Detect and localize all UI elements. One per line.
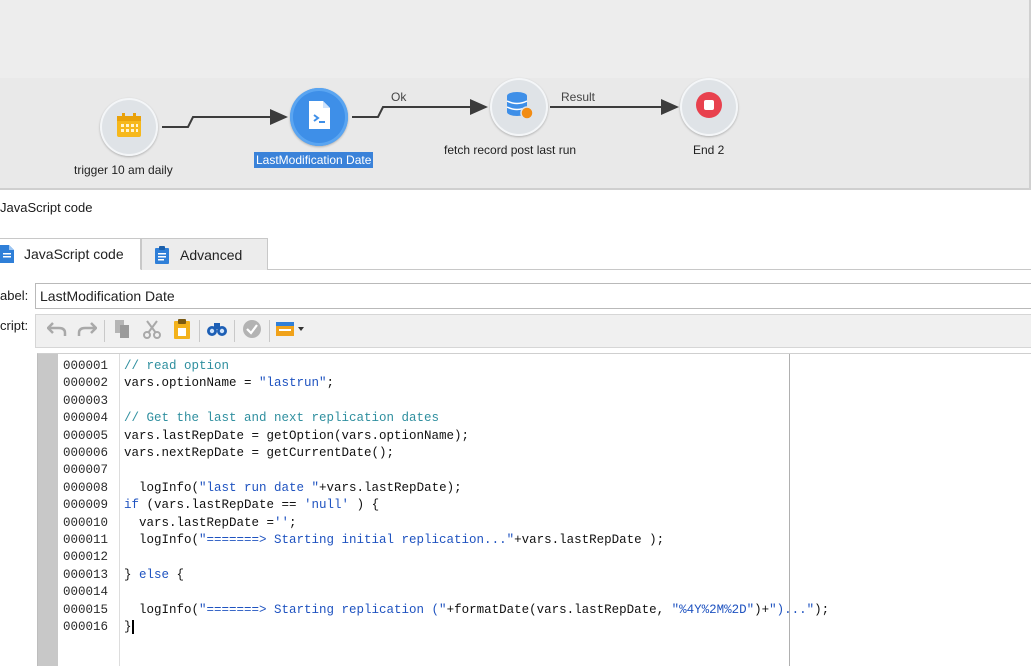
line-number: 000015 xyxy=(63,602,109,617)
script-toolbar xyxy=(35,314,1031,348)
code-text: vars.lastRepDate =''; xyxy=(124,515,297,530)
code-line[interactable]: 000015 logInfo("=======> Starting replic… xyxy=(38,602,1031,619)
line-number: 000007 xyxy=(63,463,109,478)
toolbar-separator xyxy=(269,320,270,342)
code-line[interactable]: 000001 // read option xyxy=(38,358,1031,375)
cut-icon xyxy=(143,319,161,344)
line-number: 000010 xyxy=(63,515,109,530)
code-text: logInfo("=======> Starting replication (… xyxy=(124,602,830,617)
panel-title: JavaScript code xyxy=(0,200,93,215)
transition-trigger-to-js[interactable] xyxy=(162,109,288,128)
code-line[interactable]: 000004 // Get the last and next replicati… xyxy=(38,410,1031,427)
code-line[interactable]: 000009 if (vars.lastRepDate == 'null' ) { xyxy=(38,497,1031,514)
code-line[interactable]: 000003 xyxy=(38,393,1031,410)
code-text: if (vars.lastRepDate == 'null' ) { xyxy=(124,498,380,513)
tab-javascript-code[interactable]: JavaScript code xyxy=(0,238,141,270)
node-label-javascript[interactable]: LastModification Date xyxy=(254,152,374,168)
script-file-icon xyxy=(306,100,332,135)
code-line[interactable]: 000013 } else { xyxy=(38,567,1031,584)
code-line[interactable]: 000008 logInfo("last run date "+vars.las… xyxy=(38,480,1031,497)
workflow-node-trigger[interactable] xyxy=(100,98,158,156)
cut-button[interactable] xyxy=(139,318,165,344)
code-line[interactable]: 000005 vars.lastRepDate = getOption(vars.… xyxy=(38,428,1031,445)
insert-menu-icon xyxy=(275,320,307,343)
transition-js-to-fetch[interactable] xyxy=(352,99,488,118)
clipboard-icon xyxy=(154,245,170,264)
code-text: vars.nextRepDate = getCurrentDate(); xyxy=(124,446,395,460)
stop-icon xyxy=(694,90,724,125)
code-line[interactable]: 000016} xyxy=(38,619,1031,636)
code-text: vars.lastRepDate = getOption(vars.option… xyxy=(124,428,470,443)
line-number: 000011 xyxy=(63,533,109,547)
validate-button[interactable] xyxy=(239,318,265,344)
code-line[interactable]: 000011 logInfo("=======> Starting initia… xyxy=(38,532,1031,549)
database-icon xyxy=(502,88,536,127)
line-number: 000001 xyxy=(63,359,109,373)
undo-button[interactable] xyxy=(44,318,70,344)
line-number: 000008 xyxy=(63,480,109,495)
tab-label-javascript-code: JavaScript code xyxy=(24,246,124,262)
line-number: 000005 xyxy=(63,428,109,443)
copy-button[interactable] xyxy=(109,318,135,344)
code-text: // Get the last and next replication dat… xyxy=(124,411,440,426)
document-icon xyxy=(0,245,14,263)
node-label-fetch[interactable]: fetch record post last run xyxy=(444,143,576,157)
line-number: 000003 xyxy=(63,393,109,408)
redo-icon xyxy=(77,320,98,343)
tab-bar: JavaScript code Advanced xyxy=(0,238,1031,270)
code-line[interactable]: 000014 xyxy=(38,584,1031,601)
node-label-trigger[interactable]: trigger 10 am daily xyxy=(74,163,173,177)
toolbar-separator xyxy=(199,320,200,342)
calendar-icon xyxy=(114,110,144,145)
text-cursor xyxy=(131,619,134,634)
line-number: 000014 xyxy=(63,585,109,600)
line-number: 000004 xyxy=(63,411,109,426)
code-line[interactable]: 000012 xyxy=(38,549,1031,566)
node-label-end[interactable]: End 2 xyxy=(693,143,724,157)
code-text: // read option xyxy=(124,359,230,373)
undo-icon xyxy=(46,320,67,343)
line-number: 000009 xyxy=(63,498,109,513)
code-line[interactable]: 000002 vars.optionName = "lastrun"; xyxy=(38,375,1031,392)
paste-button[interactable] xyxy=(169,318,195,344)
paste-icon xyxy=(173,318,191,345)
line-number: 000002 xyxy=(63,376,109,391)
script-field-label: cript: xyxy=(0,318,29,333)
code-line[interactable]: 000006 vars.nextRepDate = getCurrentDate(… xyxy=(38,445,1031,462)
toolbar-separator xyxy=(234,320,235,342)
code-text: } xyxy=(124,619,134,634)
code-text: logInfo("=======> Starting initial repli… xyxy=(124,533,665,547)
tab-label-advanced: Advanced xyxy=(180,246,243,263)
toolbar-separator xyxy=(104,320,105,342)
code-text: vars.optionName = "lastrun"; xyxy=(124,376,335,391)
label-input[interactable]: LastModification Date xyxy=(35,283,1031,309)
find-button[interactable] xyxy=(204,318,230,344)
transition-label-result: Result xyxy=(561,90,596,104)
label-field-label: abel: xyxy=(0,288,29,303)
workflow-node-javascript[interactable] xyxy=(290,88,348,146)
line-number: 000013 xyxy=(63,567,109,582)
code-editor[interactable]: 000001 // read option 000002 vars.optionNam… xyxy=(37,353,1031,666)
code-text: logInfo("last run date "+vars.lastRepDat… xyxy=(124,480,462,495)
code-text: } else { xyxy=(124,567,185,582)
workflow-node-end[interactable] xyxy=(680,78,738,136)
workflow-node-fetch[interactable] xyxy=(490,78,548,136)
insert-menu-button[interactable] xyxy=(274,318,308,344)
find-icon xyxy=(206,320,228,343)
redo-button[interactable] xyxy=(74,318,100,344)
code-line[interactable]: 000007 xyxy=(38,462,1031,479)
line-number: 000006 xyxy=(63,446,109,460)
validate-icon xyxy=(242,319,262,344)
code-line[interactable]: 000010 vars.lastRepDate =''; xyxy=(38,515,1031,532)
line-number: 000016 xyxy=(63,620,109,634)
copy-icon xyxy=(113,319,131,344)
transition-label-ok: Ok xyxy=(391,90,407,104)
line-number: 000012 xyxy=(63,550,109,565)
tab-advanced[interactable]: Advanced xyxy=(141,238,268,270)
